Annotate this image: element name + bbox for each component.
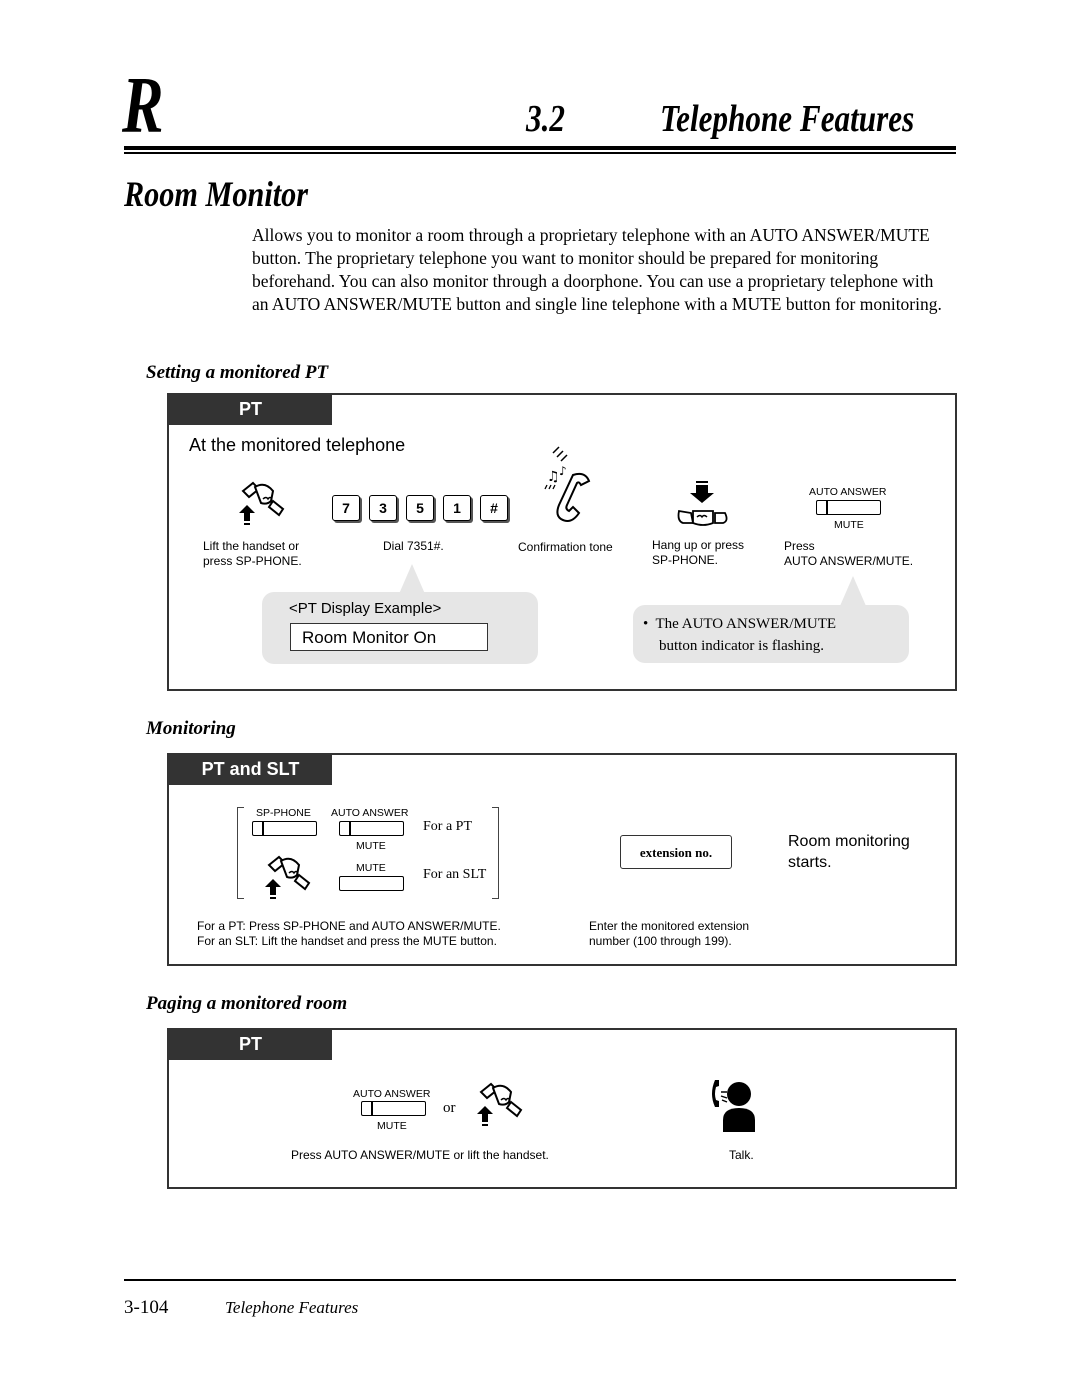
monitoring-result: Room monitoring starts. <box>788 833 910 871</box>
monitoring-panel: PT and SLT SP-PHONE AUTO ANSWER MUTE For… <box>167 753 957 966</box>
step-caption-press: Press AUTO ANSWER/MUTE. <box>784 539 914 568</box>
step-caption-lift: Lift the handset or press SP-PHONE. <box>203 539 302 568</box>
step-caption-hangup: Hang up or press SP-PHONE. <box>652 538 745 567</box>
button-indicator <box>826 501 828 514</box>
header-rule <box>124 146 956 150</box>
display-example-bubble: <PT Display Example> Room Monitor On <box>262 592 538 664</box>
sp-phone-button[interactable] <box>252 821 317 836</box>
section-heading-setting: Setting a monitored PT <box>146 362 329 383</box>
key-3[interactable]: 3 <box>369 495 397 521</box>
paging-panel: PT AUTO ANSWER MUTE or Press AUTO ANSWER… <box>167 1028 957 1189</box>
step-caption-dial: Dial 7351#. <box>383 539 444 553</box>
step-caption-tone: Confirmation tone <box>518 540 613 554</box>
monitoring-caption: For a PT: Press SP-PHONE and AUTO ANSWER… <box>197 919 501 948</box>
bracket-right <box>492 807 499 899</box>
panel-tab-pt: PT <box>169 1030 332 1060</box>
header-rule-thin <box>124 152 956 154</box>
mute-label: MUTE <box>356 840 386 852</box>
section-title: Telephone Features <box>660 98 915 140</box>
extension-caption: Enter the monitored extension number (10… <box>589 919 750 948</box>
setting-panel: PT At the monitored telephone 7 3 5 1 # … <box>167 393 957 691</box>
extension-number-input[interactable]: extension no. <box>620 835 732 869</box>
mute-button[interactable] <box>339 876 404 891</box>
for-pt-label: For a PT <box>423 819 472 834</box>
or-text: or <box>443 1100 456 1116</box>
pt-display: Room Monitor On <box>290 623 488 651</box>
button-indicator <box>371 1102 373 1115</box>
page-title: Room Monitor <box>124 174 309 214</box>
bracket-left <box>237 807 244 899</box>
mute-label-slt: MUTE <box>356 862 386 874</box>
hang-up-icon <box>677 481 728 526</box>
auto-answer-label: AUTO ANSWER <box>331 807 409 819</box>
panel-tab-pt-and-slt: PT and SLT <box>169 755 332 785</box>
section-letter: R <box>122 62 164 150</box>
footer-rule <box>124 1279 956 1281</box>
mute-label: MUTE <box>834 519 864 531</box>
auto-answer-mute-button[interactable] <box>339 821 404 836</box>
svg-text:♪: ♪ <box>559 464 567 478</box>
mute-label: MUTE <box>377 1120 407 1132</box>
intro-paragraph: Allows you to monitor a room through a p… <box>252 224 952 316</box>
section-number: 3.2 <box>526 98 565 140</box>
button-indicator <box>262 822 264 835</box>
intro-text: Allows you to monitor a room through a p… <box>252 225 942 314</box>
key-1[interactable]: 1 <box>443 495 471 521</box>
lift-handset-icon <box>265 855 311 899</box>
auto-answer-mute-button[interactable] <box>361 1101 426 1116</box>
auto-answer-mute-button[interactable] <box>816 500 881 515</box>
indicator-note: • The AUTO ANSWER/MUTE button indicator … <box>643 616 837 654</box>
key-7[interactable]: 7 <box>332 495 360 521</box>
bubble-pointer <box>840 576 866 606</box>
bubble-pointer <box>399 564 425 594</box>
panel-subtitle: At the monitored telephone <box>189 435 406 455</box>
lift-handset-icon <box>239 481 285 525</box>
page-number: 3-104 <box>124 1297 169 1318</box>
for-slt-label: For an SLT <box>423 867 487 882</box>
footer-title: Telephone Features <box>225 1298 359 1317</box>
key-hash[interactable]: # <box>480 495 508 521</box>
paging-caption: Press AUTO ANSWER/MUTE or lift the hands… <box>291 1148 549 1162</box>
display-example-label: <PT Display Example> <box>289 600 442 617</box>
talk-icon <box>712 1080 755 1132</box>
panel-tab-pt: PT <box>169 395 332 425</box>
confirmation-tone-icon: ♫ ♪ <box>544 446 591 522</box>
talk-caption: Talk. <box>729 1148 754 1162</box>
auto-answer-label: AUTO ANSWER <box>809 486 887 498</box>
lift-handset-icon <box>477 1082 523 1126</box>
section-heading-monitoring: Monitoring <box>146 718 236 739</box>
sp-phone-label: SP-PHONE <box>256 807 311 819</box>
svg-text:♫: ♫ <box>547 469 560 485</box>
key-5[interactable]: 5 <box>406 495 434 521</box>
button-indicator <box>349 822 351 835</box>
auto-answer-label: AUTO ANSWER <box>353 1088 431 1100</box>
indicator-note-bubble: • The AUTO ANSWER/MUTE button indicator … <box>633 605 909 663</box>
section-heading-paging: Paging a monitored room <box>146 993 348 1014</box>
